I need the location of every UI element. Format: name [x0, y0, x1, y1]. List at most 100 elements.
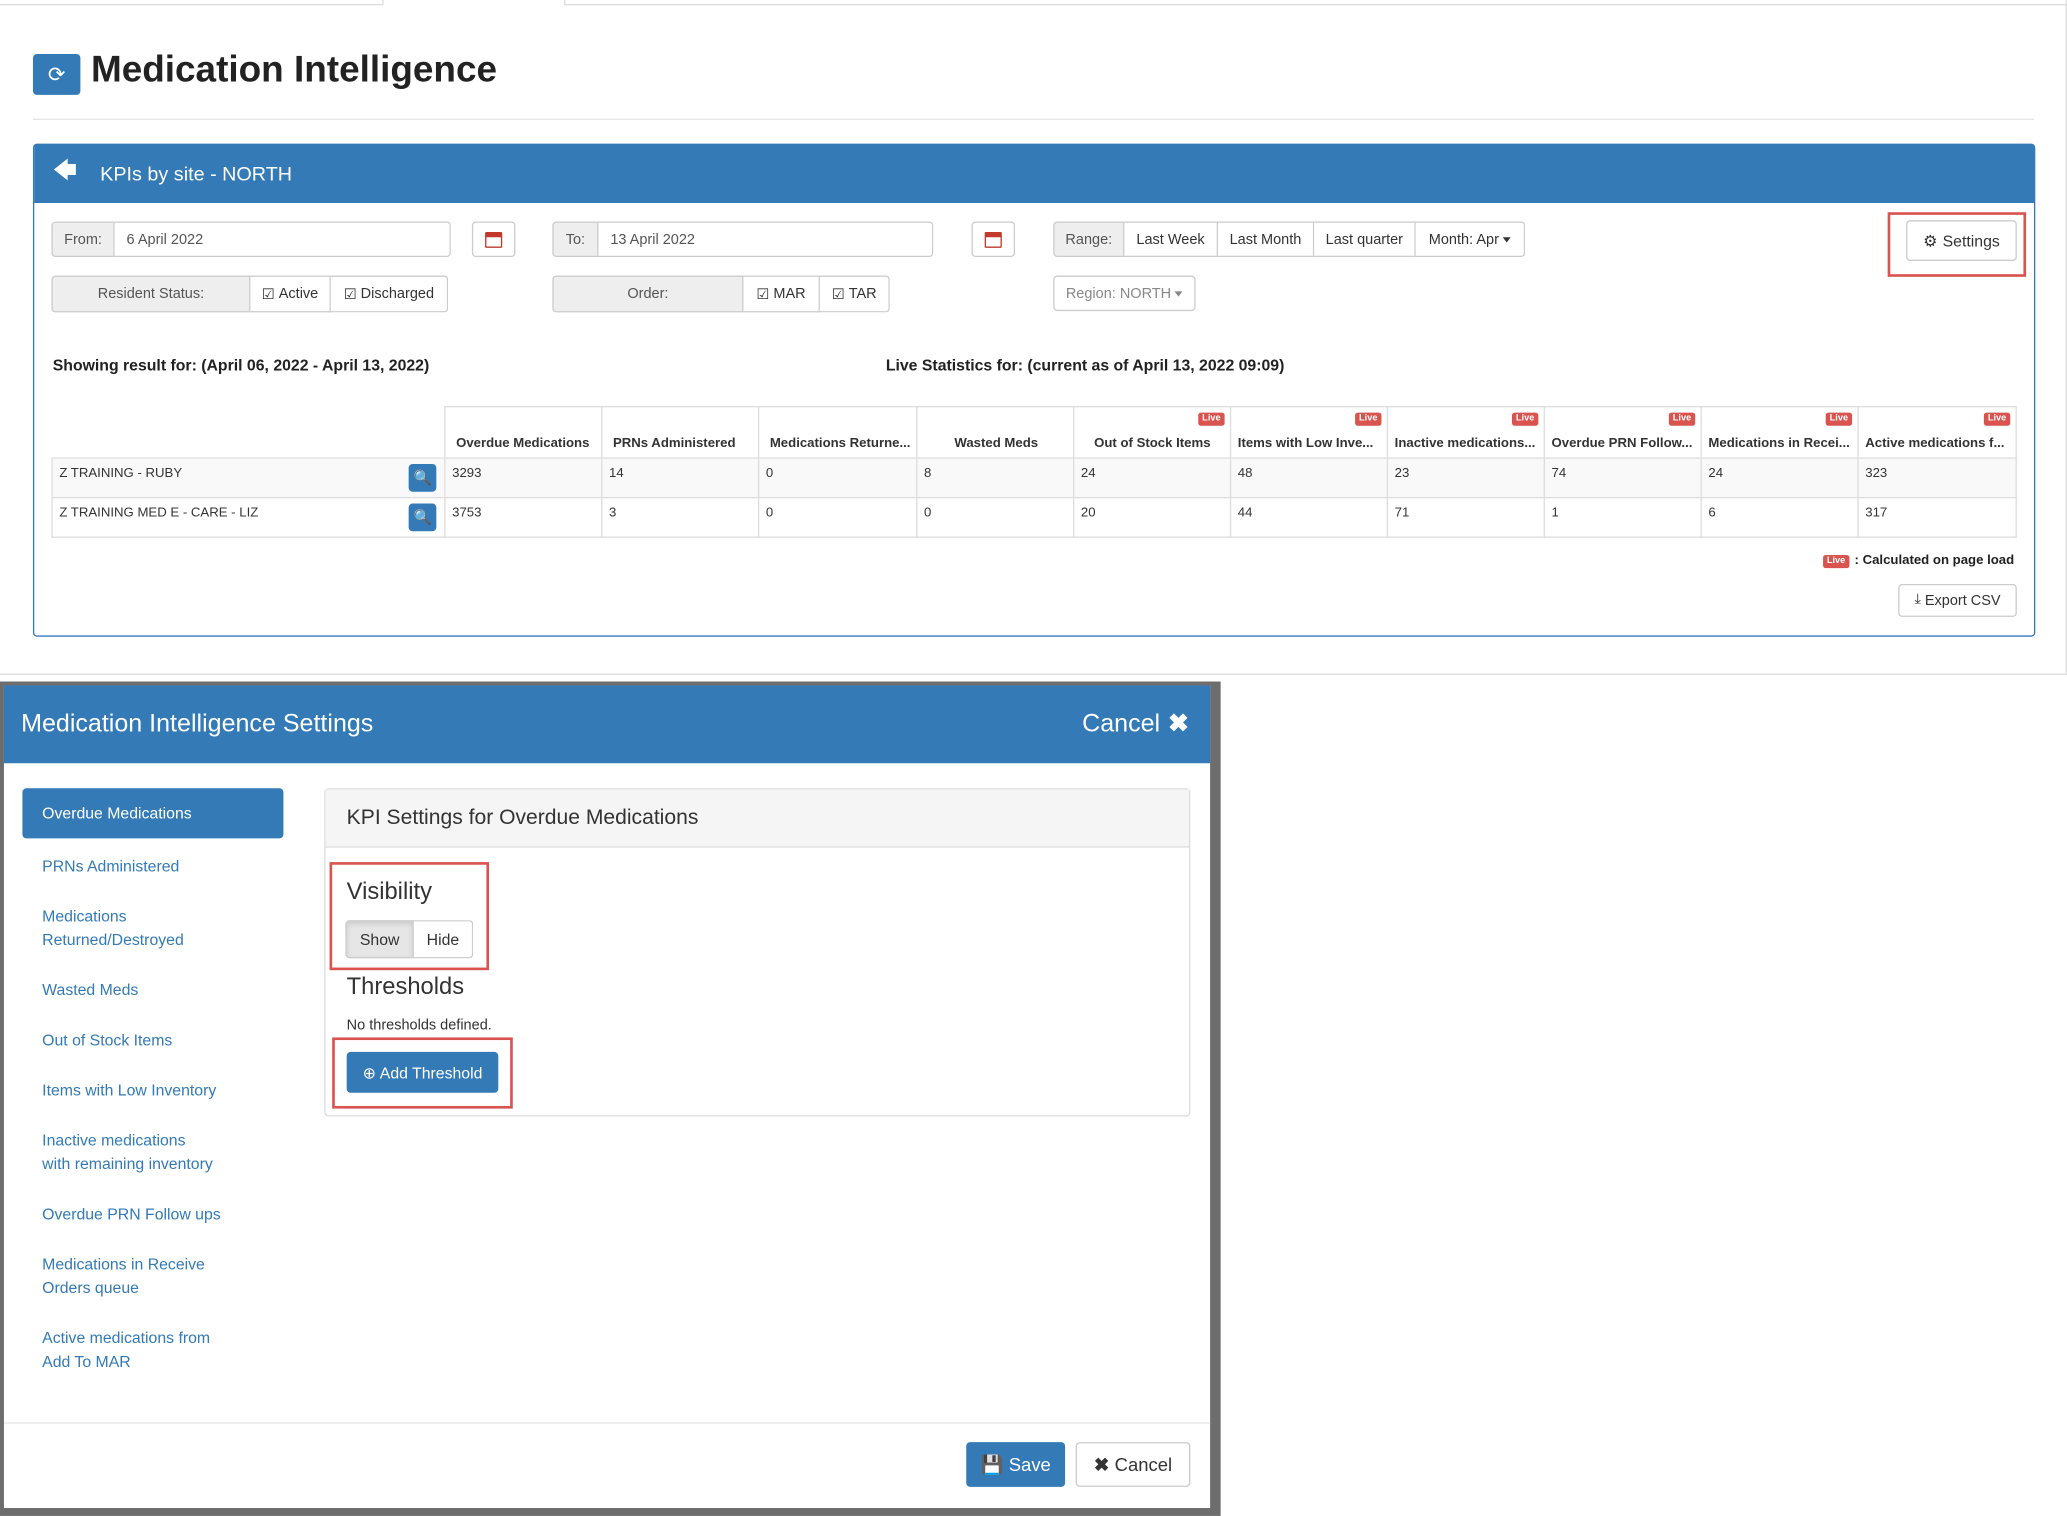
order-tar-toggle[interactable]: ☑ TAR [819, 275, 890, 313]
kpi-table: Overdue Medications PRNs Administered Me… [51, 406, 2017, 538]
region-label: Region: NORTH [1065, 285, 1172, 302]
table-cell: 14 [601, 457, 760, 499]
live-badge: Live [1668, 412, 1696, 426]
column-header[interactable]: Live Out of Stock Items [1073, 406, 1232, 459]
nav-item-inactive-medications[interactable]: Inactive medications with remaining inve… [22, 1118, 233, 1187]
back-arrow-icon[interactable]: 🡄 [53, 154, 85, 194]
status-discharged-toggle[interactable]: ☑ Discharged [330, 275, 449, 313]
site-cell: Z TRAINING MED E - CARE - LIZ 🔍 [51, 496, 446, 538]
to-date-group: To: 13 April 2022 [552, 221, 934, 258]
range-month-label: Month: Apr [1428, 231, 1499, 248]
table-cell: 8 [916, 457, 1075, 499]
to-date-input[interactable]: 13 April 2022 [598, 221, 934, 258]
region-dropdown[interactable]: Region: NORTH [1053, 275, 1196, 312]
modal-footer-divider [3, 1422, 1211, 1424]
settings-modal-title: Medication Intelligence Settings [21, 709, 374, 738]
kpi-settings-nav: Overdue Medications PRNs Administered Me… [22, 788, 284, 1385]
range-last-month-button[interactable]: Last Month [1218, 221, 1315, 258]
table-cell: 44 [1229, 496, 1389, 538]
status-discharged-label: Discharged [360, 286, 435, 302]
nav-item-prns-administered[interactable]: PRNs Administered [22, 844, 283, 889]
thresholds-title: Thresholds [346, 972, 465, 1000]
table-cell: 24 [1700, 457, 1859, 499]
live-badge: Live [1825, 412, 1853, 426]
table-cell: 48 [1229, 457, 1389, 499]
table-cell: 317 [1857, 496, 2017, 538]
range-last-quarter-button[interactable]: Last quarter [1314, 221, 1416, 258]
column-header[interactable]: Overdue Medications [444, 406, 603, 459]
to-label: To: [552, 221, 599, 258]
calendar-icon [984, 231, 1002, 248]
nav-item-out-of-stock[interactable]: Out of Stock Items [22, 1018, 283, 1063]
live-badge: Live [1511, 412, 1539, 426]
column-header[interactable]: PRNs Administered [601, 406, 760, 459]
floppy-disk-icon: 💾 [980, 1453, 1004, 1475]
checkbox-checked-icon: ☑ [756, 286, 770, 303]
status-active-toggle[interactable]: ☑ Active [250, 275, 331, 313]
column-header[interactable]: Live Active medications f... [1857, 406, 2017, 459]
caret-down-icon [1502, 236, 1511, 242]
column-header[interactable]: Live Medications in Recei... [1700, 406, 1859, 459]
site-search-button[interactable]: 🔍 [408, 464, 437, 492]
table-cell: 0 [916, 496, 1075, 538]
kpi-panel-header: 🡄 KPIs by site - NORTH [34, 145, 2034, 204]
table-row: Z TRAINING MED E - CARE - LIZ 🔍 3753 3 0 … [51, 496, 2017, 538]
order-mar-toggle[interactable]: ☑ MAR [743, 275, 820, 313]
from-calendar-button[interactable] [471, 221, 516, 258]
calendar-icon [485, 231, 503, 248]
settings-modal-header: Medication Intelligence Settings Cancel … [3, 685, 1211, 764]
table-cell: 0 [757, 457, 918, 499]
refresh-button[interactable]: ⟳ [32, 54, 81, 95]
table-header-row: Overdue Medications PRNs Administered Me… [52, 406, 2017, 459]
table-cell: 24 [1073, 457, 1232, 499]
save-button[interactable]: 💾 Save [966, 1442, 1066, 1487]
order-mar-label: MAR [773, 286, 806, 302]
nav-item-overdue-medications[interactable]: Overdue Medications [22, 788, 284, 839]
table-cell: 1 [1543, 496, 1702, 538]
export-csv-button[interactable]: ⤓ Export CSV [1898, 583, 2017, 617]
column-header[interactable]: Live Items with Low Inve... [1229, 406, 1389, 459]
column-header[interactable]: Wasted Meds [916, 406, 1075, 459]
from-date-input[interactable]: 6 April 2022 [114, 221, 451, 258]
kpi-panel-title: KPIs by site - NORTH [100, 162, 293, 186]
column-header[interactable]: Medications Returne... [757, 406, 918, 459]
range-month-dropdown[interactable]: Month: Apr [1415, 221, 1526, 258]
range-group: Range: Last Week Last Month Last quarter… [1053, 221, 1526, 258]
table-cell: 0 [757, 496, 918, 538]
table-cell: 74 [1543, 457, 1702, 499]
order-tar-label: TAR [848, 286, 877, 302]
nav-item-low-inventory[interactable]: Items with Low Inventory [22, 1068, 283, 1113]
table-cell: 23 [1386, 457, 1545, 499]
site-search-button[interactable]: 🔍 [408, 503, 437, 532]
resident-status-label: Resident Status: [51, 275, 251, 313]
kpi-settings-title: KPI Settings for Overdue Medications [325, 789, 1190, 848]
status-active-label: Active [278, 286, 319, 302]
table-cell: 323 [1857, 457, 2017, 499]
nav-item-wasted-meds[interactable]: Wasted Meds [22, 968, 283, 1013]
cancel-button[interactable]: ✖ Cancel [1075, 1442, 1191, 1487]
order-group: Order: ☑ MAR ☑ TAR [552, 275, 890, 313]
highlight-settings [1887, 212, 2027, 277]
kpi-panel: 🡄 KPIs by site - NORTH [32, 143, 2036, 637]
to-calendar-button[interactable] [971, 221, 1016, 258]
save-label: Save [1008, 1453, 1051, 1476]
from-date-group: From: 6 April 2022 [51, 221, 451, 258]
nav-item-medications-returned[interactable]: Medications Returned/Destroyed [22, 894, 207, 963]
nav-item-active-add-to-mar[interactable]: Active medications from Add To MAR [22, 1316, 253, 1385]
top-tab-strip [0, 0, 2067, 6]
table-cell: 3293 [444, 457, 603, 499]
live-badge: Live [1198, 412, 1225, 426]
nav-item-receive-orders[interactable]: Medications in Receive Orders queue [22, 1242, 266, 1311]
table-row: Z TRAINING - RUBY 🔍 3293 14 0 8 24 48 23 … [51, 457, 2017, 499]
modal-cancel-top-button[interactable]: Cancel ✖ [1082, 709, 1189, 739]
showing-result-text: Showing result for: (April 06, 2022 - Ap… [52, 355, 430, 375]
resident-status-group: Resident Status: ☑ Active ☑ Discharged [51, 275, 449, 313]
live-legend: Live : Calculated on page load [1822, 554, 2014, 568]
nav-item-overdue-prn[interactable]: Overdue PRN Follow ups [22, 1192, 283, 1237]
close-icon: ✖ [1093, 1453, 1110, 1475]
column-header[interactable]: Live Inactive medications... [1386, 406, 1545, 459]
caret-down-icon [1175, 290, 1184, 296]
range-last-week-button[interactable]: Last Week [1124, 221, 1219, 258]
column-header[interactable]: Live Overdue PRN Follow... [1543, 406, 1702, 459]
search-icon: 🔍 [413, 470, 432, 487]
